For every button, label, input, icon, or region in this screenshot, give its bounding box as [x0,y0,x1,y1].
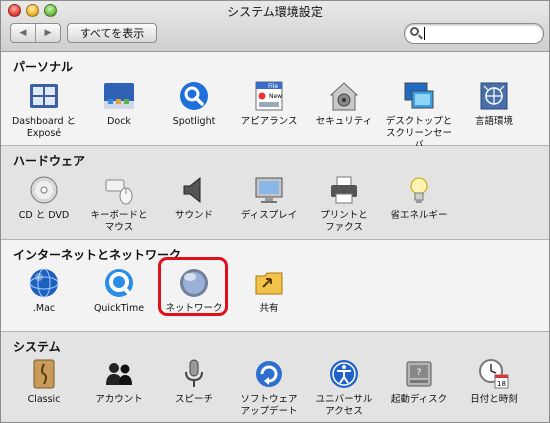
startup-disk-question-glyph: ? [417,368,422,378]
pane-label: キーボードと マウス [90,210,148,233]
pane-cd-dvd[interactable]: CD と DVD [9,174,79,222]
desktop-screensaver-icon [403,80,435,112]
text-cursor [424,27,425,40]
software-update-icon [253,358,285,390]
pane-startup-disk[interactable]: ? 起動ディスク [384,358,454,406]
pane-label: 共有 [259,303,279,314]
pane-dock[interactable]: Dock [84,80,154,128]
dock-icon [103,80,135,112]
toolbar: システム環境設定 ◀ ▶ すべてを表示 [1,1,549,52]
pane-speech[interactable]: スピーチ [159,358,229,406]
pane-print-fax[interactable]: プリントと ファクス [309,174,379,234]
section-internet-network: インターネットとネットワーク .Mac QuickTime ネットワーク 共有 [1,240,549,332]
pane-label: 日付と時刻 [470,394,518,405]
section-title: システム [13,340,61,354]
speech-icon [178,358,210,390]
pane-classic[interactable]: Classic [9,358,79,406]
pane-label: .Mac [32,303,56,314]
pane-sharing[interactable]: 共有 [234,267,304,315]
accounts-icon [103,358,135,390]
pane-display[interactable]: ディスプレイ [234,174,304,222]
pane-label: アピアランス [240,116,298,127]
section-title: パーソナル [13,60,74,74]
startup-disk-icon: ? [403,358,435,390]
pane-label: ディスプレイ [240,210,298,221]
pane-quicktime[interactable]: QuickTime [84,267,154,315]
pane-desktop-screensaver[interactable]: デスクトップとスクリーンセーバ [384,80,454,152]
pane-label: Classic [27,394,61,405]
pane-dashboard-expose[interactable]: Dashboard と Exposé [9,80,79,140]
sound-icon [178,174,210,206]
sharing-icon [253,267,285,299]
keyboard-mouse-icon [103,174,135,206]
appearance-icon-item-text: New [269,93,282,100]
pane-energy-saver[interactable]: 省エネルギー [384,174,454,222]
universal-access-icon [328,358,360,390]
system-preferences-window: システム環境設定 ◀ ▶ すべてを表示 パーソナル Dashboard と Exp… [0,0,550,423]
pane-label: アカウント [95,394,143,405]
section-title: ハードウェア [13,154,86,168]
pane-label: Spotlight [172,116,216,127]
section-system: システム Classic アカウント スピーチ ソフトウェア アップデート ユニ… [1,332,549,422]
pane-label: QuickTime [93,303,145,314]
international-icon [478,80,510,112]
pane-universal-access[interactable]: ユニバーサル アクセス [309,358,379,418]
pane-spotlight[interactable]: Spotlight [159,80,229,128]
search-icon [410,27,419,36]
pane-label: セキュリティ [315,116,373,127]
date-time-icon-day: 18 [497,380,506,388]
energy-saver-icon [403,174,435,206]
pane-label: 言語環境 [474,116,513,127]
pane-label: 起動ディスク [390,394,448,405]
pane-accounts[interactable]: アカウント [84,358,154,406]
classic-icon [28,358,60,390]
pane-label: プリントと ファクス [320,210,368,233]
pane-software-update[interactable]: ソフトウェア アップデート [234,358,304,418]
pane-label: ユニバーサル アクセス [315,394,373,417]
display-icon [253,174,285,206]
pane-label: 省エネルギー [390,210,448,221]
dashboard-expose-icon [28,80,60,112]
dotmac-icon [28,267,60,299]
search-input[interactable] [427,25,541,43]
pane-sound[interactable]: サウンド [159,174,229,222]
pane-security[interactable]: セキュリティ [309,80,379,128]
back-forward-buttons: ◀ ▶ [10,23,61,43]
network-highlight-annotation [158,257,228,316]
pane-label: CD と DVD [18,210,70,221]
pane-label: Dock [107,116,131,127]
pane-label: サウンド [174,210,213,221]
back-button[interactable]: ◀ [11,24,35,42]
show-all-button[interactable]: すべてを表示 [67,23,157,43]
spotlight-icon [178,80,210,112]
date-time-icon: 18 [478,358,510,390]
section-personal: パーソナル Dashboard と Exposé Dock Spotlight F… [1,52,549,151]
section-title: インターネットとネットワーク [13,248,182,262]
pane-international[interactable]: 言語環境 [459,80,529,128]
print-fax-icon [328,174,360,206]
appearance-icon: File New [253,80,285,112]
pane-date-time[interactable]: 18 日付と時刻 [459,358,529,406]
pane-label: ソフトウェア アップデート [240,394,298,417]
pane-appearance[interactable]: File New アピアランス [234,80,304,128]
security-icon [328,80,360,112]
forward-button[interactable]: ▶ [35,24,60,42]
window-title: システム環境設定 [227,5,323,19]
pane-label: スピーチ [174,394,213,405]
cd-dvd-icon [28,174,60,206]
pane-dotmac[interactable]: .Mac [9,267,79,315]
appearance-icon-menu-text: File [268,83,278,90]
section-hardware: ハードウェア CD と DVD キーボードと マウス サウンド ディスプレイ プ… [1,146,549,240]
quicktime-icon [103,267,135,299]
pane-label: Dashboard と Exposé [11,116,77,139]
search-field[interactable] [404,23,544,44]
pane-keyboard-mouse[interactable]: キーボードと マウス [84,174,154,234]
